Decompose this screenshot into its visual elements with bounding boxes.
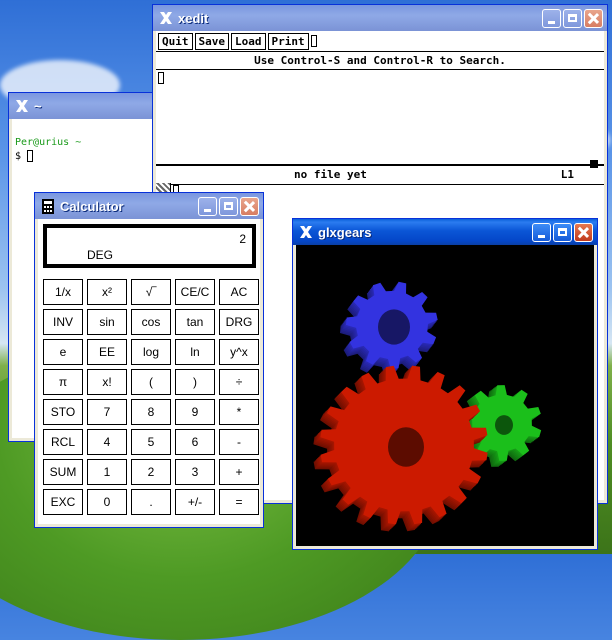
quit-button[interactable]: Quit: [158, 32, 193, 50]
calc-key[interactable]: 3: [175, 459, 215, 485]
calc-key[interactable]: +/-: [175, 489, 215, 515]
xedit-menubar: Quit Save Load Print: [156, 31, 604, 52]
calc-key[interactable]: ÷: [219, 369, 259, 395]
calc-key[interactable]: INV: [43, 309, 83, 335]
maximize-icon: [558, 228, 567, 236]
terminal-prompt-line: $: [15, 150, 34, 162]
minimize-button[interactable]: [198, 196, 217, 216]
close-icon: [244, 201, 255, 212]
glxgears-title: glxgears: [318, 224, 372, 240]
glxgears-window[interactable]: glxgears: [292, 218, 598, 550]
terminal-prompt-user: Per@urius ~: [15, 137, 82, 148]
calc-key[interactable]: 2: [131, 459, 171, 485]
calc-key[interactable]: 4: [87, 429, 127, 455]
message-cursor: [158, 72, 164, 84]
calc-key[interactable]: π: [43, 369, 83, 395]
calc-key[interactable]: +: [219, 459, 259, 485]
calculator-titlebar[interactable]: Calculator: [35, 193, 263, 219]
calc-key[interactable]: EE: [87, 339, 127, 365]
calc-key[interactable]: cos: [131, 309, 171, 335]
calc-key[interactable]: RCL: [43, 429, 83, 455]
close-button[interactable]: [584, 8, 603, 28]
calc-key[interactable]: *: [219, 399, 259, 425]
save-button[interactable]: Save: [194, 32, 229, 50]
terminal-prompt-symbol: $: [15, 151, 22, 162]
xedit-file-status-bar: no file yet L1: [156, 160, 604, 185]
line-indicator: L1: [560, 168, 574, 181]
close-button[interactable]: [240, 196, 259, 216]
minimize-icon: [538, 234, 545, 238]
display-value: 2: [239, 232, 246, 246]
calc-key[interactable]: 5: [131, 429, 171, 455]
blue-gear: [340, 281, 438, 377]
calc-key[interactable]: AC: [219, 279, 259, 305]
minimize-icon: [548, 20, 555, 24]
minimize-button[interactable]: [542, 8, 561, 28]
maximize-button[interactable]: [219, 196, 238, 216]
calc-key[interactable]: 1: [87, 459, 127, 485]
calculator-display: 2 DEG: [43, 224, 256, 268]
calc-key[interactable]: ln: [175, 339, 215, 365]
calc-key[interactable]: tan: [175, 309, 215, 335]
calc-key[interactable]: √‾: [131, 279, 171, 305]
calc-key[interactable]: log: [131, 339, 171, 365]
print-button[interactable]: Print: [267, 32, 309, 50]
calculator-keypad: 1/x x² √‾ CE/C AC INV sin cos tan DRG e EE log ln y^x π…: [43, 279, 259, 515]
close-button[interactable]: [574, 222, 593, 242]
calc-key[interactable]: -: [219, 429, 259, 455]
calc-key[interactable]: x²: [87, 279, 127, 305]
minimize-button[interactable]: [532, 222, 551, 242]
gears-render: [313, 281, 542, 532]
xedit-title: xedit: [178, 10, 209, 26]
close-icon: [578, 227, 589, 238]
maximize-button[interactable]: [553, 222, 572, 242]
calc-key[interactable]: 6: [175, 429, 215, 455]
xedit-message-area[interactable]: [156, 70, 604, 164]
xedit-message: Use Control-S and Control-R to Search.: [156, 52, 604, 70]
calc-key[interactable]: e: [43, 339, 83, 365]
maximize-icon: [568, 14, 577, 22]
red-gear: [313, 365, 488, 532]
calc-key[interactable]: CE/C: [175, 279, 215, 305]
calculator-icon: [40, 198, 56, 214]
calc-key[interactable]: 7: [87, 399, 127, 425]
calc-key[interactable]: .: [131, 489, 171, 515]
calc-key[interactable]: DRG: [219, 309, 259, 335]
x11-logo-icon: [298, 224, 314, 240]
terminal-title: ~: [34, 98, 42, 114]
maximize-button[interactable]: [563, 8, 582, 28]
calc-key[interactable]: =: [219, 489, 259, 515]
close-icon: [588, 13, 599, 24]
calc-key[interactable]: SUM: [43, 459, 83, 485]
calc-key[interactable]: 8: [131, 399, 171, 425]
calc-key[interactable]: EXC: [43, 489, 83, 515]
terminal-titlebar[interactable]: ~: [9, 93, 167, 119]
calc-key[interactable]: 0: [87, 489, 127, 515]
calculator-body: 2 DEG 1/x x² √‾ CE/C AC INV sin cos tan DRG e EE log…: [38, 219, 260, 524]
calc-key[interactable]: ): [175, 369, 215, 395]
pane-resize-handle[interactable]: [590, 160, 598, 168]
calc-key[interactable]: sin: [87, 309, 127, 335]
calc-key[interactable]: x!: [87, 369, 127, 395]
load-button[interactable]: Load: [231, 32, 266, 50]
minimize-icon: [204, 208, 211, 212]
calculator-title: Calculator: [60, 198, 124, 214]
maximize-icon: [224, 202, 233, 210]
calc-key[interactable]: y^x: [219, 339, 259, 365]
x11-logo-icon: [14, 98, 30, 114]
file-status: no file yet: [294, 168, 367, 181]
display-mode: DEG: [87, 248, 114, 262]
calc-key[interactable]: 9: [175, 399, 215, 425]
terminal-cursor: [27, 150, 34, 162]
calculator-window[interactable]: Calculator 2 DEG 1/x x² √‾ CE/C AC INV sin cos t…: [34, 192, 264, 528]
x11-logo-icon: [158, 10, 174, 26]
calc-key[interactable]: (: [131, 369, 171, 395]
calc-key[interactable]: 1/x: [43, 279, 83, 305]
calc-key[interactable]: STO: [43, 399, 83, 425]
glxgears-titlebar[interactable]: glxgears: [293, 219, 597, 245]
filename-field[interactable]: [310, 35, 317, 47]
xedit-titlebar[interactable]: xedit: [153, 5, 607, 31]
glxgears-canvas[interactable]: [296, 245, 594, 546]
